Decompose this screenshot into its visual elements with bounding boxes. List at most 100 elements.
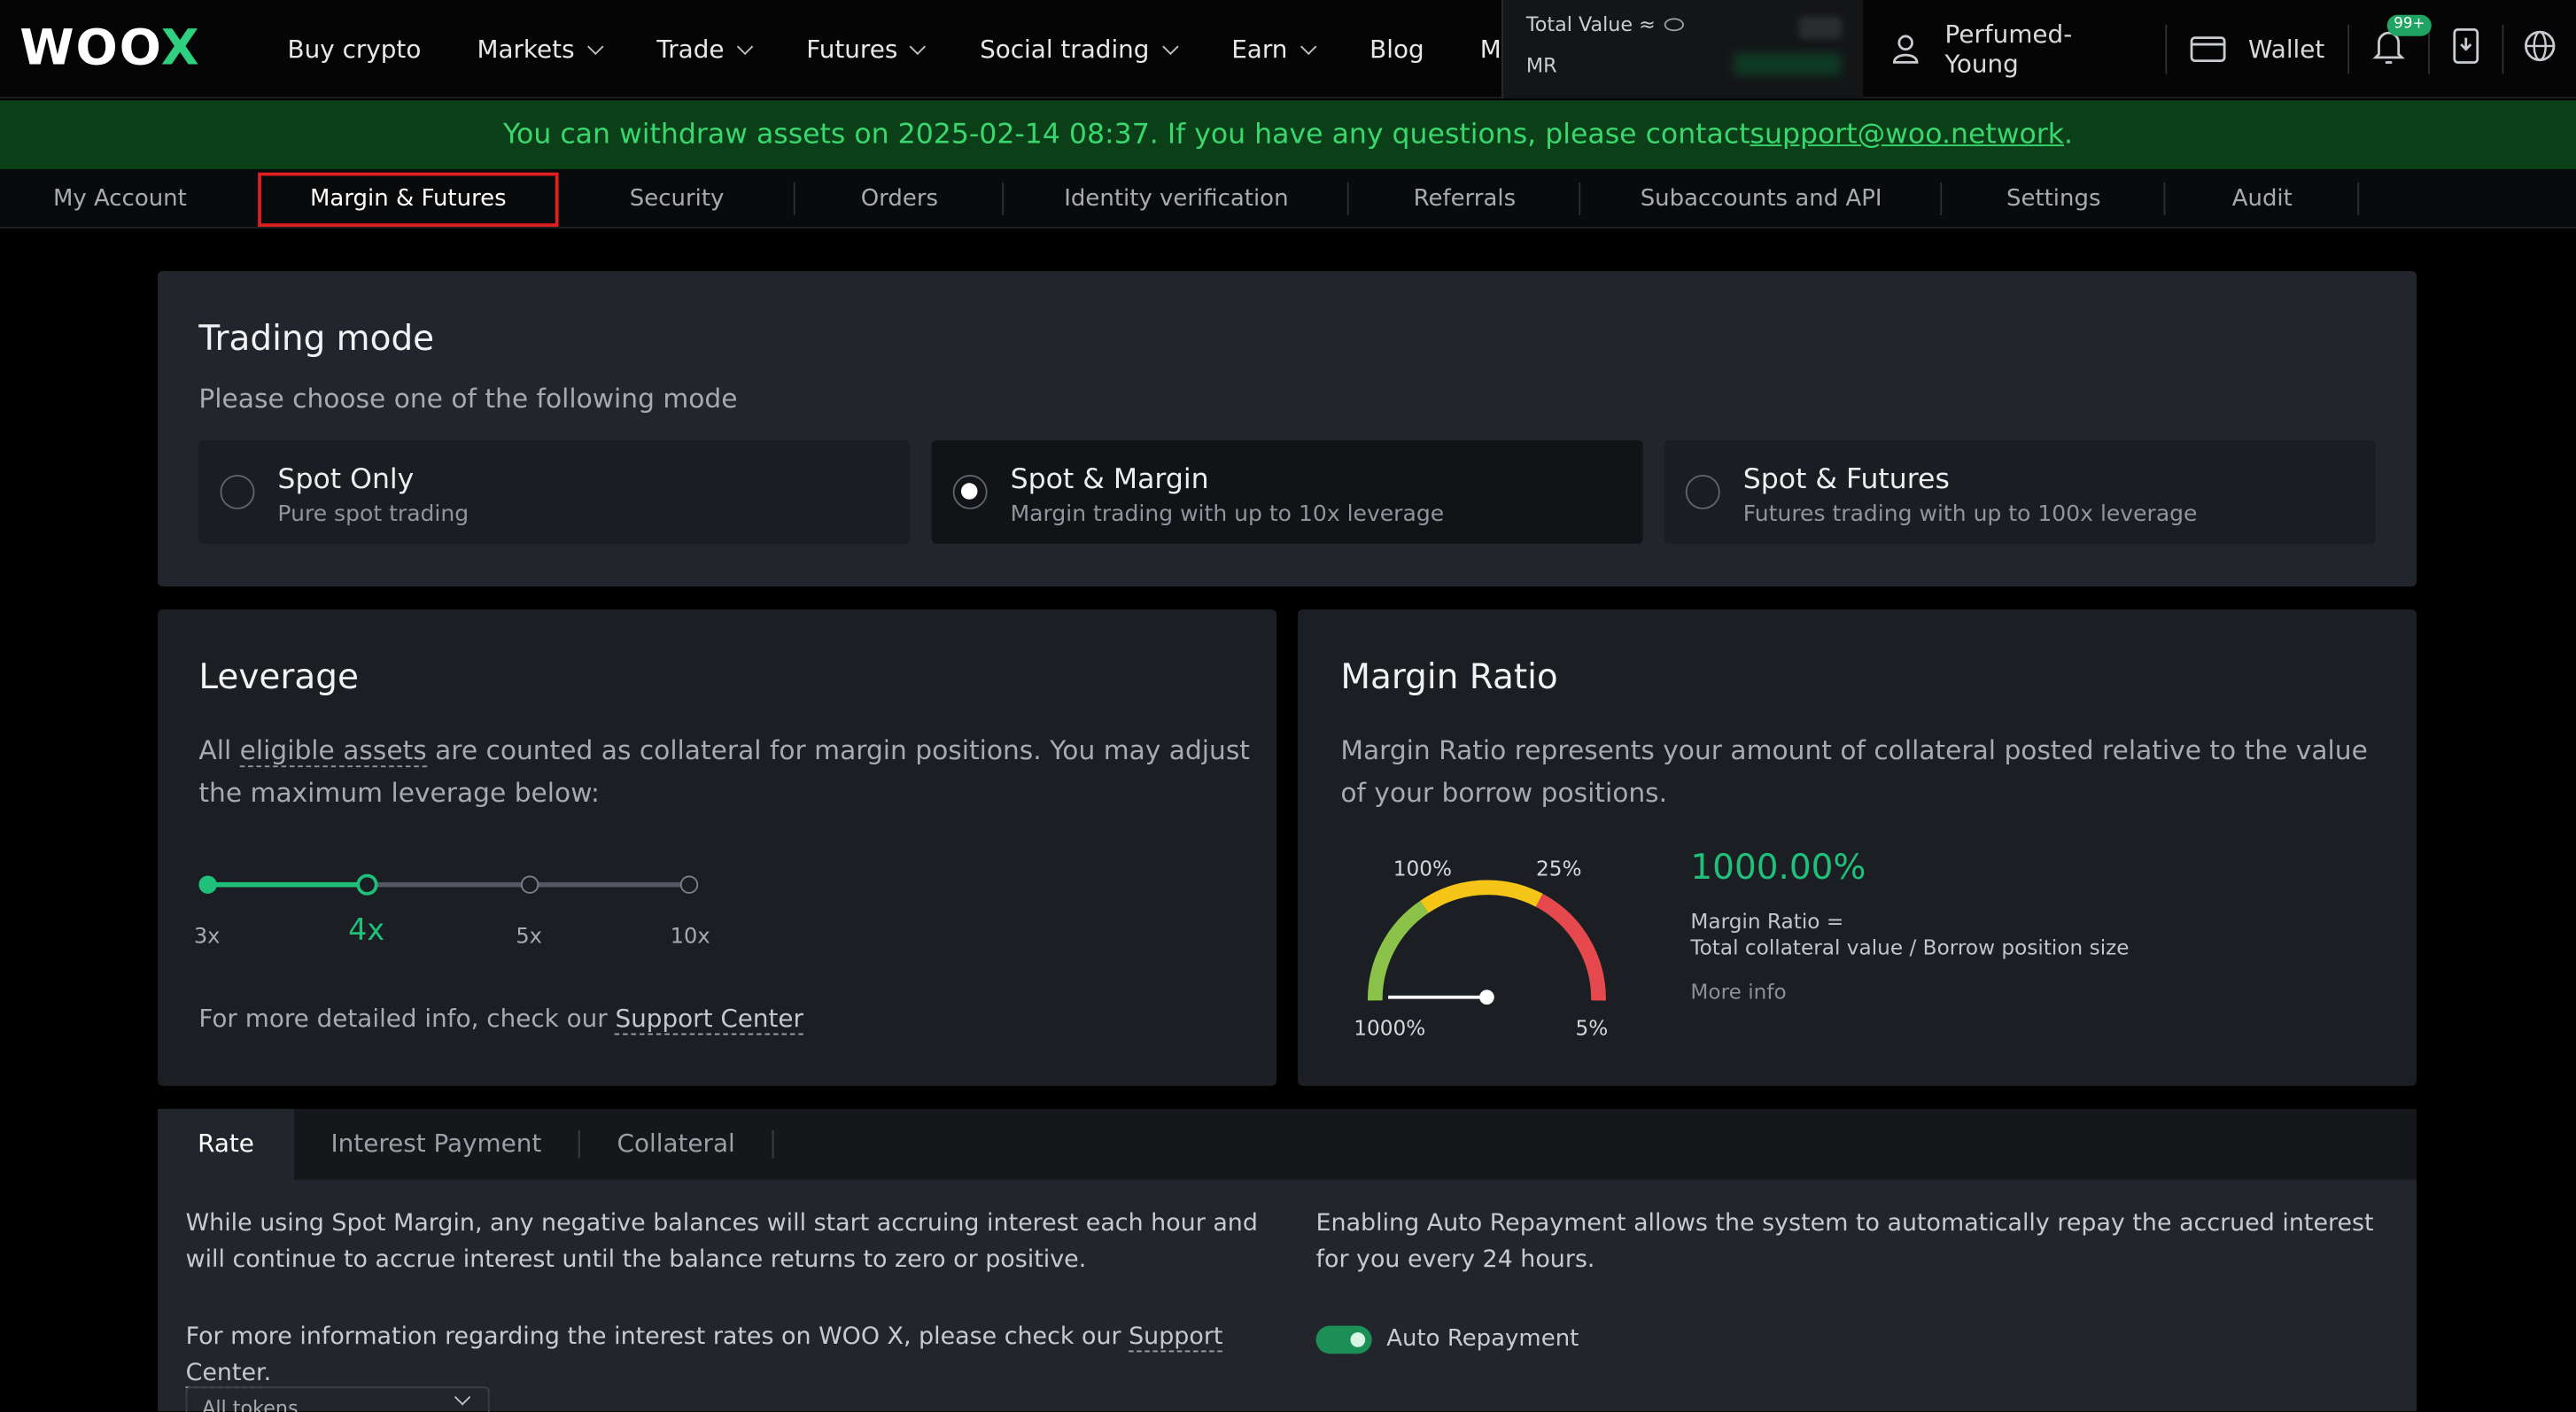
trading-mode-title: Trading mode: [198, 318, 435, 359]
banner-end: .: [2064, 118, 2074, 151]
woox-logo[interactable]: WOOX: [19, 19, 200, 77]
trading-mode-card: Trading mode Please choose one of the fo…: [158, 271, 2417, 587]
nav-futures[interactable]: Futures: [806, 35, 927, 64]
tab-identity-verification[interactable]: Identity verification: [1004, 168, 1349, 228]
nav-social-trading[interactable]: Social trading: [980, 35, 1178, 64]
mode-spot-only[interactable]: Spot Only Pure spot trading: [198, 440, 911, 544]
wallet-menu[interactable]: Wallet: [2166, 35, 2347, 64]
tab-audit[interactable]: Audit: [2165, 168, 2360, 228]
auto-repayment-toggle[interactable]: [1315, 1325, 1372, 1354]
user-icon: [1892, 35, 1919, 64]
slider-stop-5x[interactable]: [520, 875, 539, 894]
formula-line-1: Margin Ratio =: [1690, 908, 1844, 934]
download-app[interactable]: [2430, 27, 2502, 71]
radio-spot-futures[interactable]: [1685, 474, 1720, 509]
tick-3x: 3x: [193, 925, 221, 950]
top-bar: WOOX Buy crypto Markets Trade Futures So…: [0, 0, 2576, 99]
option-desc: Pure spot trading: [277, 500, 469, 528]
tab-my-account[interactable]: My Account: [0, 168, 240, 228]
leverage-card: Leverage All eligible assets are counted…: [158, 609, 1277, 1086]
total-value-label: Total Value ≈: [1525, 12, 1656, 36]
margin-ratio-value: 1000.00%: [1690, 847, 1866, 888]
margin-ratio-desc: Margin Ratio represents your amount of c…: [1340, 734, 2368, 809]
chevron-down-icon: [910, 37, 927, 55]
username: Perfumed-Young: [1944, 19, 2073, 80]
user-menu[interactable]: Perfumed-Young: [1866, 19, 2165, 79]
wallet-icon: [2189, 36, 2225, 63]
formula-line-2: Total collateral value / Borrow position…: [1690, 935, 2130, 960]
tab-margin-futures[interactable]: Margin & Futures: [258, 172, 559, 227]
notifications[interactable]: 99+: [2349, 14, 2432, 71]
mr-label: MR: [1525, 54, 1557, 78]
interest-info-text: While using Spot Margin, any negative ba…: [185, 1210, 1258, 1274]
current-leverage: 4x: [348, 913, 385, 949]
nav-earn[interactable]: Earn: [1231, 35, 1316, 64]
chevron-down-icon: [1300, 37, 1316, 55]
radio-spot-only[interactable]: [220, 474, 255, 509]
chevron-down-icon: [454, 1389, 471, 1406]
tab-referrals[interactable]: Referrals: [1349, 168, 1581, 228]
eligible-assets-link[interactable]: eligible assets: [239, 734, 427, 768]
option-desc: Futures trading with up to 100x leverage: [1742, 500, 2198, 528]
radio-spot-margin[interactable]: [952, 474, 988, 509]
rate-panel: While using Spot Margin, any negative ba…: [158, 1179, 2417, 1412]
phone-download-icon: [2453, 27, 2479, 64]
tab-orders[interactable]: Orders: [795, 168, 1005, 228]
margin-ratio-card: Margin Ratio Margin Ratio represents you…: [1298, 609, 2417, 1086]
main-nav: Buy crypto Markets Trade Futures Social …: [288, 0, 1572, 98]
support-email-link[interactable]: support@woo.network: [1750, 119, 2064, 151]
margin-ratio-gauge: [1367, 880, 1606, 1005]
mode-spot-futures[interactable]: Spot & Futures Futures trading with up t…: [1664, 440, 2376, 544]
gauge-label-1000: 1000%: [1354, 1015, 1426, 1040]
hidden-value: [1798, 16, 1843, 40]
tick-5x: 5x: [516, 925, 542, 950]
wallet-label: Wallet: [2248, 34, 2325, 65]
option-title: Spot & Futures: [1742, 462, 1950, 497]
support-center-link[interactable]: Support Center: [616, 1004, 803, 1036]
banner-text: You can withdraw assets on 2025-02-14 08…: [502, 118, 1750, 151]
nav-blog[interactable]: Blog: [1369, 35, 1424, 64]
leverage-slider-fill: [206, 881, 367, 888]
option-title: Spot Only: [277, 462, 415, 497]
tab-interest-payment[interactable]: Interest Payment: [294, 1109, 578, 1180]
language[interactable]: [2503, 29, 2576, 69]
tab-collateral[interactable]: Collateral: [580, 1109, 772, 1180]
eye-off-icon[interactable]: [1664, 18, 1684, 32]
account-tabs: My Account Margin & Futures Security Ord…: [0, 169, 2576, 229]
chevron-down-icon: [736, 37, 753, 55]
token-select-value: All tokens: [202, 1396, 299, 1412]
notification-badge: 99+: [2386, 14, 2432, 36]
option-desc: Margin trading with up to 10x leverage: [1010, 500, 1445, 528]
tab-security[interactable]: Security: [559, 168, 795, 228]
nav-buy-crypto[interactable]: Buy crypto: [288, 35, 422, 64]
tab-rate[interactable]: Rate: [158, 1108, 294, 1180]
chevron-down-icon: [586, 37, 603, 55]
interest-more-info: For more information regarding the inter…: [185, 1323, 1223, 1389]
leverage-desc: All eligible assets are counted as colla…: [198, 734, 1250, 809]
leverage-title: Leverage: [198, 656, 359, 697]
chevron-down-icon: [1161, 37, 1178, 55]
slider-stop-3x[interactable]: [198, 875, 217, 894]
gauge-label-5: 5%: [1575, 1015, 1609, 1040]
user-area: Perfumed-Young Wallet 99+: [1866, 0, 2576, 98]
slider-handle[interactable]: [356, 873, 378, 896]
token-select[interactable]: All tokens: [185, 1386, 490, 1412]
hidden-mr-value: [1733, 52, 1843, 76]
mode-spot-margin[interactable]: Spot & Margin Margin trading with up to …: [931, 440, 1643, 544]
trading-mode-subtitle: Please choose one of the following mode: [198, 383, 738, 415]
nav-markets[interactable]: Markets: [477, 35, 603, 64]
option-title: Spot & Margin: [1010, 462, 1209, 497]
margin-ratio-title: Margin Ratio: [1340, 656, 1558, 697]
rate-tabs: Rate Interest Payment Collateral: [158, 1108, 2417, 1180]
slider-stop-10x[interactable]: [679, 875, 699, 894]
globe-icon: [2525, 30, 2556, 62]
more-info-link[interactable]: More info: [1690, 979, 1786, 1004]
gauge-label-25: 25%: [1536, 856, 1582, 881]
withdraw-banner: You can withdraw assets on 2025-02-14 08…: [0, 100, 2576, 170]
tab-subaccounts-api[interactable]: Subaccounts and API: [1580, 168, 1943, 228]
gauge-label-100: 100%: [1393, 856, 1453, 881]
auto-repay-info: Enabling Auto Repayment allows the syste…: [1315, 1210, 2374, 1274]
divider: [772, 1129, 774, 1159]
nav-trade[interactable]: Trade: [656, 35, 753, 64]
tab-settings[interactable]: Settings: [1942, 168, 2166, 228]
